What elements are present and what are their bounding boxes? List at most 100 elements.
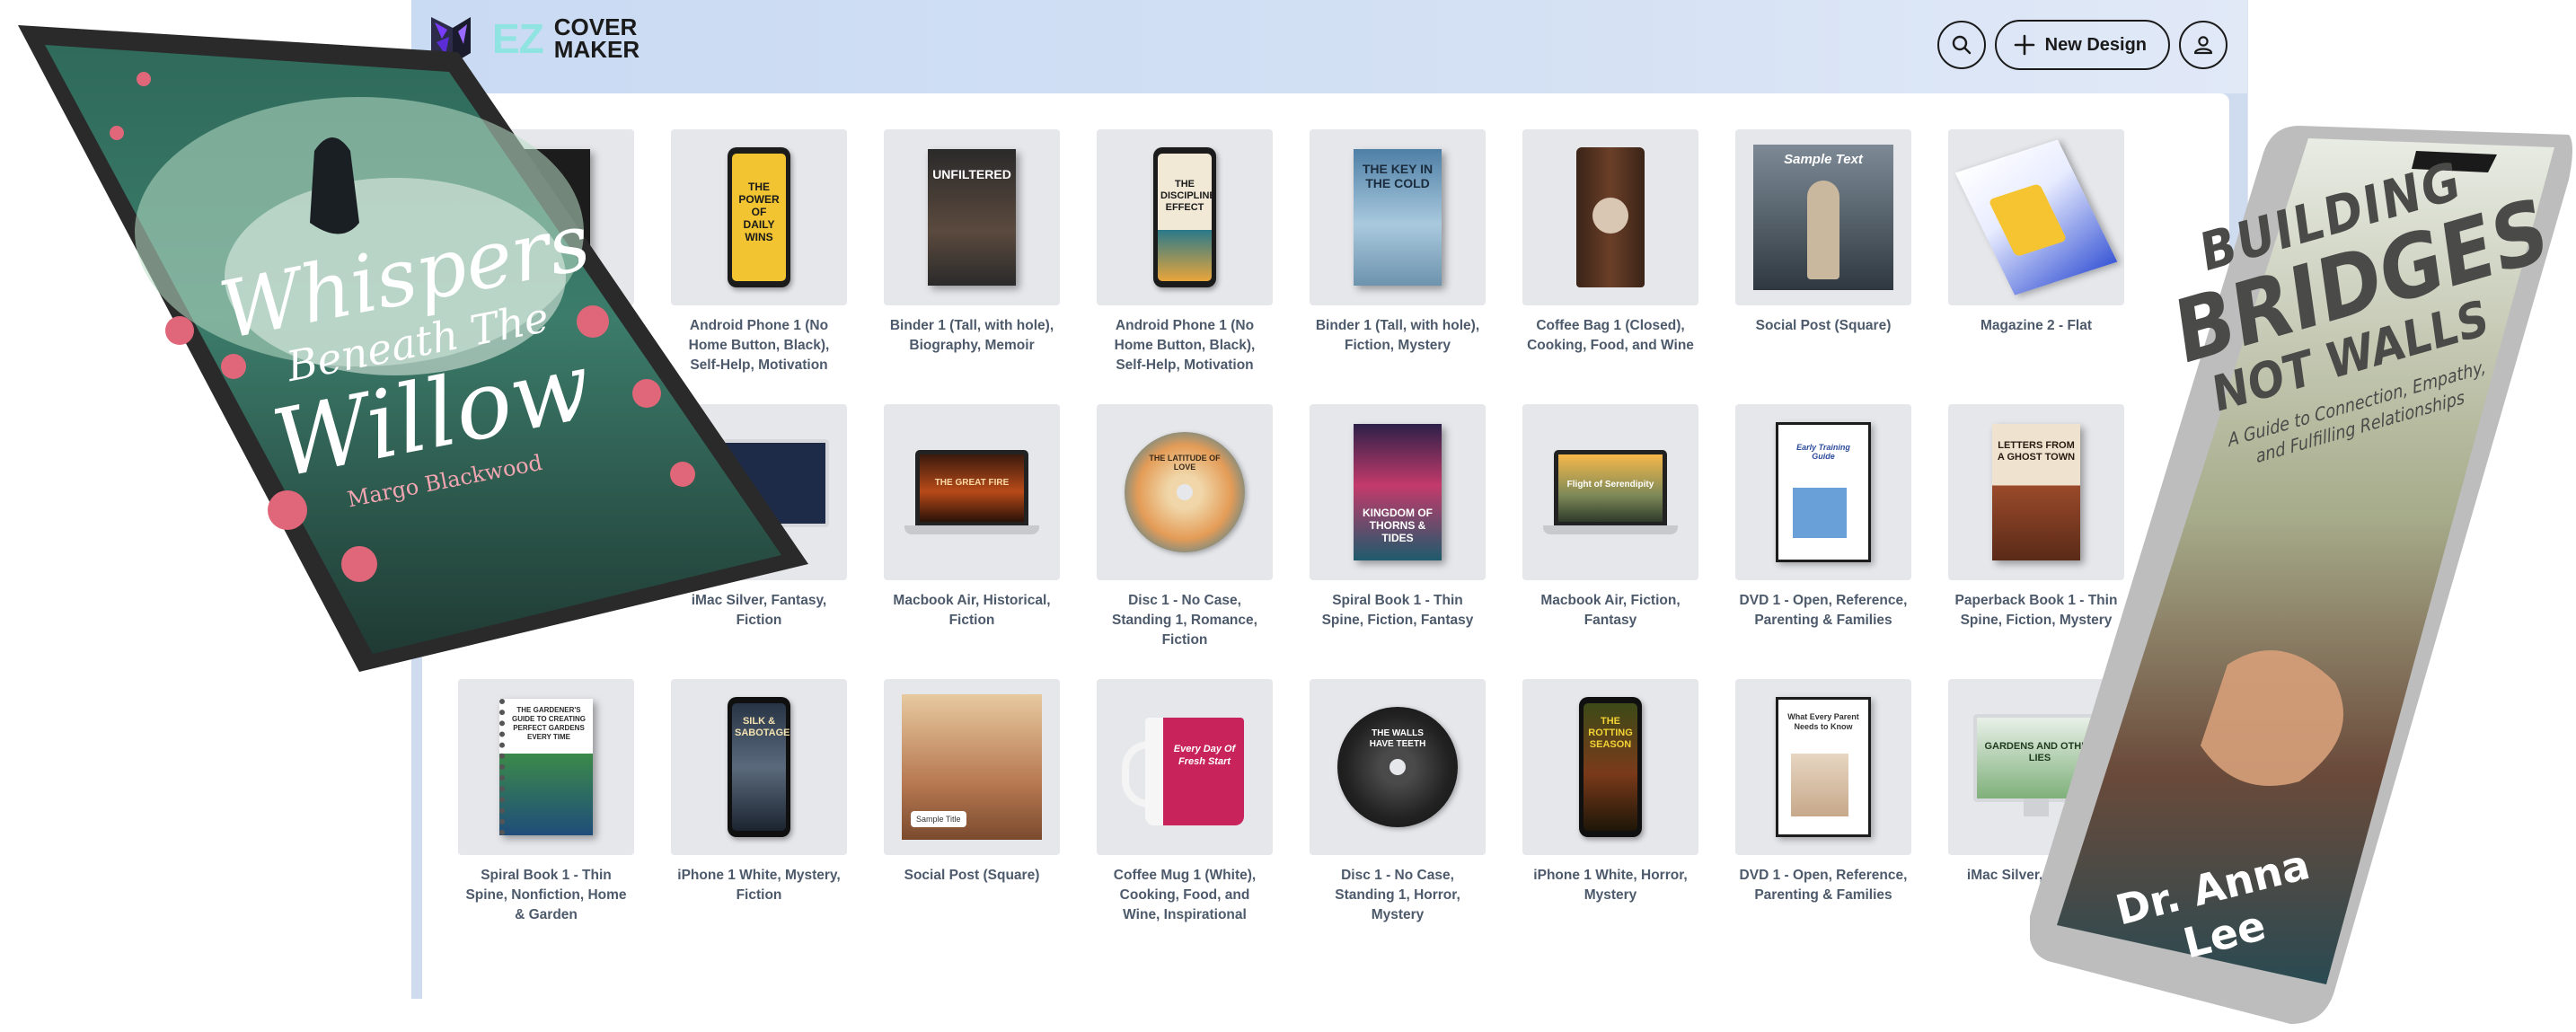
mockup-thumbnail[interactable]	[458, 129, 634, 305]
mockup-thumbnail[interactable]: Early Training Guide	[1735, 404, 1911, 580]
search-button[interactable]	[1936, 21, 1986, 69]
mockup-card[interactable]: SILK & SABOTAGE iPhone 1 White, Mystery,…	[671, 679, 847, 954]
mockup-art-title: THE POWER OF DAILY WINS	[738, 181, 780, 243]
new-design-button[interactable]: New Design	[1994, 20, 2170, 70]
mockup-art-title: SILK & SABOTAGE	[735, 716, 790, 738]
mockup-caption: Macbook Air, Historical, Fiction	[893, 593, 1051, 628]
mockup-thumbnail[interactable]: THE WALLS HAVE TEETH	[1310, 679, 1486, 855]
binder-mockup: THE KEY IN THE COLD	[1354, 149, 1442, 286]
mockup-thumbnail[interactable]: Sample Text	[1735, 129, 1911, 305]
mockup-thumbnail[interactable]: KINGDOM OF THORNS & TIDES	[1310, 404, 1486, 580]
mockup-thumbnail[interactable]: THE DISCIPLINE EFFECT	[1097, 129, 1273, 305]
spiral-book-mockup: KINGDOM OF THORNS & TIDES	[1354, 424, 1442, 560]
mockup-thumbnail[interactable]	[671, 404, 847, 580]
mockup-thumbnail[interactable]: SILK & SABOTAGE	[671, 679, 847, 855]
mockup-card[interactable]: THE LATITUDE OF LOVE Disc 1 - No Case, S…	[1097, 404, 1273, 679]
mockup-thumbnail[interactable]	[1522, 129, 1698, 305]
laptop-mockup: THE GREAT FIRE	[904, 443, 1039, 542]
logo-wordmark: COVER MAKER	[553, 15, 640, 63]
mockup-thumbnail[interactable]: What Every Parent Needs to Know	[1735, 679, 1911, 855]
mug-mockup: Every Day Of Fresh Start	[1122, 709, 1248, 825]
top-bar: EZ COVER MAKER New Design	[411, 0, 2247, 93]
mockup-caption: Binder 1 (Tall, with hole), Fiction, Mys…	[1315, 318, 1480, 353]
logo-line-maker: MAKER	[553, 36, 640, 63]
mockup-caption: iPhone 1 White, Horror, Mystery	[1533, 868, 1688, 903]
mockup-thumbnail[interactable]: THE LATITUDE OF LOVE	[1097, 404, 1273, 580]
mockup-caption: Social Post (Square)	[904, 868, 1040, 883]
mockup-card[interactable]: Magazine 2 - Flat	[1948, 129, 2124, 404]
mockup-caption: iMac Silver, Docum...	[1966, 868, 2106, 883]
mockup-card[interactable]: UNFILTERED Binder 1 (Tall, with hole), B…	[884, 129, 1060, 404]
mockup-caption: ...ling 1, Fiction, Fantasy	[465, 593, 627, 608]
mockup-grid: THE POWER OF DAILY WINS Android Phone 1 …	[458, 129, 2124, 954]
mockup-card[interactable]: LETTERS FROM A GHOST TOWN Paperback Book…	[1948, 404, 2124, 679]
imac-mockup	[687, 425, 831, 560]
user-icon	[2193, 36, 2213, 55]
mockup-art-title: THE ROTTING SEASON	[1588, 716, 1633, 750]
mockup-card[interactable]: KINGDOM OF THORNS & TIDES Spiral Book 1 …	[1310, 404, 1486, 679]
mockup-card[interactable]: THE ROTTING SEASON iPhone 1 White, Horro…	[1522, 679, 1698, 954]
mockup-card[interactable]: What Every Parent Needs to Know DVD 1 - …	[1735, 679, 1911, 954]
mockup-caption: Android Phone 1 (No Home Button, Black),…	[688, 318, 830, 373]
mockup-thumbnail[interactable]: THE GARDENER'S GUIDE TO CREATING PERFECT…	[458, 679, 634, 855]
phone-mockup: THE POWER OF DAILY WINS	[728, 147, 790, 287]
mockup-thumbnail[interactable]: Every Day Of Fresh Start	[1097, 679, 1273, 855]
mockup-thumbnail[interactable]	[1948, 129, 2124, 305]
mockup-card[interactable]	[458, 129, 634, 404]
search-icon	[1952, 35, 1971, 55]
mockup-caption: Spiral Book 1 - Thin Spine, Nonfiction, …	[465, 868, 627, 922]
mockup-art-title: GARDENS AND OTHER LIES	[1984, 741, 2095, 763]
mockup-card[interactable]: THE POWER OF DAILY WINS Android Phone 1 …	[671, 129, 847, 404]
mockup-art-title: Sample Title	[911, 811, 966, 827]
mockup-art-title: THE GREAT FIRE	[934, 478, 1010, 488]
mockup-caption: Disc 1 - No Case, Standing 1, Romance, F…	[1112, 593, 1257, 648]
mockup-card[interactable]: THE GREAT FIRE Macbook Air, Historical, …	[884, 404, 1060, 679]
disc-mockup: THE WALLS HAVE TEETH	[1337, 707, 1458, 827]
mockup-caption: iMac Silver, Fantasy, Fiction	[691, 593, 827, 628]
mockup-thumbnail[interactable]: Flight of Serendipity	[1522, 404, 1698, 580]
mockup-art-title: What Every Parent Needs to Know	[1787, 712, 1859, 731]
mockup-thumbnail[interactable]: THE ROTTING SEASON	[1522, 679, 1698, 855]
mockup-art-title: Sample Text	[1784, 152, 1863, 167]
mockup-card[interactable]: Flight of Serendipity Macbook Air, Ficti…	[1522, 404, 1698, 679]
mockup-card[interactable]: Every Day Of Fresh Start Coffee Mug 1 (W…	[1097, 679, 1273, 954]
mockup-caption: Spiral Book 1 - Thin Spine, Fiction, Fan…	[1321, 593, 1474, 628]
mockup-card[interactable]: THE KEY IN THE COLD Binder 1 (Tall, with…	[1310, 129, 1486, 404]
mockup-card[interactable]: Coffee Bag 1 (Closed), Cooking, Food, an…	[1522, 129, 1698, 404]
coffee-bag-mockup	[1576, 147, 1645, 287]
mockup-art-title: LETTERS FROM A GHOST TOWN	[1997, 440, 2076, 463]
social-post-mockup: Sample Title	[902, 694, 1042, 840]
mockup-card[interactable]: THE DISCIPLINE EFFECT Android Phone 1 (N…	[1097, 129, 1273, 404]
mockup-art-title: Early Training Guide	[1796, 443, 1850, 461]
mockup-art-title: THE LATITUDE OF LOVE	[1149, 454, 1221, 472]
mockup-card[interactable]: Sample Title Social Post (Square)	[884, 679, 1060, 954]
mockup-thumbnail[interactable]	[458, 404, 634, 580]
phone-mockup: THE DISCIPLINE EFFECT	[1153, 147, 1216, 287]
mockup-thumbnail[interactable]: GARDENS AND OTHER LIES	[1948, 679, 2124, 855]
mockup-card[interactable]: iMac Silver, Fantasy, Fiction	[671, 404, 847, 679]
mockup-thumbnail[interactable]: THE KEY IN THE COLD	[1310, 129, 1486, 305]
binder-mockup: UNFILTERED	[928, 149, 1016, 286]
mockup-art-title: THE WALLS HAVE TEETH	[1369, 728, 1426, 749]
mockup-card[interactable]: Sample Text Social Post (Square)	[1735, 129, 1911, 404]
book-mockup	[502, 149, 590, 286]
mockup-art-title: Flight of Serendipity	[1566, 480, 1654, 490]
mockup-card[interactable]: Early Training Guide DVD 1 - Open, Refer…	[1735, 404, 1911, 679]
mockup-thumbnail[interactable]: LETTERS FROM A GHOST TOWN	[1948, 404, 2124, 580]
top-actions: New Design	[1936, 20, 2228, 70]
mockup-card[interactable]: THE GARDENER'S GUIDE TO CREATING PERFECT…	[458, 679, 634, 954]
mockup-thumbnail[interactable]: Sample Title	[884, 679, 1060, 855]
mockup-card[interactable]: ...ling 1, Fiction, Fantasy	[458, 404, 634, 679]
mockup-thumbnail[interactable]: THE POWER OF DAILY WINS	[671, 129, 847, 305]
mockup-art-title: THE KEY IN THE COLD	[1362, 162, 1434, 190]
mockup-card[interactable]: GARDENS AND OTHER LIES iMac Silver, Docu…	[1948, 679, 2124, 954]
mockup-art-title: Every Day Of Fresh Start	[1173, 744, 1236, 767]
mockup-card[interactable]: THE WALLS HAVE TEETH Disc 1 - No Case, S…	[1310, 679, 1486, 954]
mockup-art-title: KINGDOM OF THORNS & TIDES	[1363, 507, 1433, 544]
logo[interactable]: EZ COVER MAKER	[428, 11, 640, 66]
mockup-thumbnail[interactable]: UNFILTERED	[884, 129, 1060, 305]
mockup-caption: Paperback Book 1 - Thin Spine, Fiction, …	[1954, 593, 2118, 628]
mockup-gallery: THE POWER OF DAILY WINS Android Phone 1 …	[422, 93, 2229, 999]
mockup-thumbnail[interactable]: THE GREAT FIRE	[884, 404, 1060, 580]
account-button[interactable]	[2179, 21, 2228, 69]
